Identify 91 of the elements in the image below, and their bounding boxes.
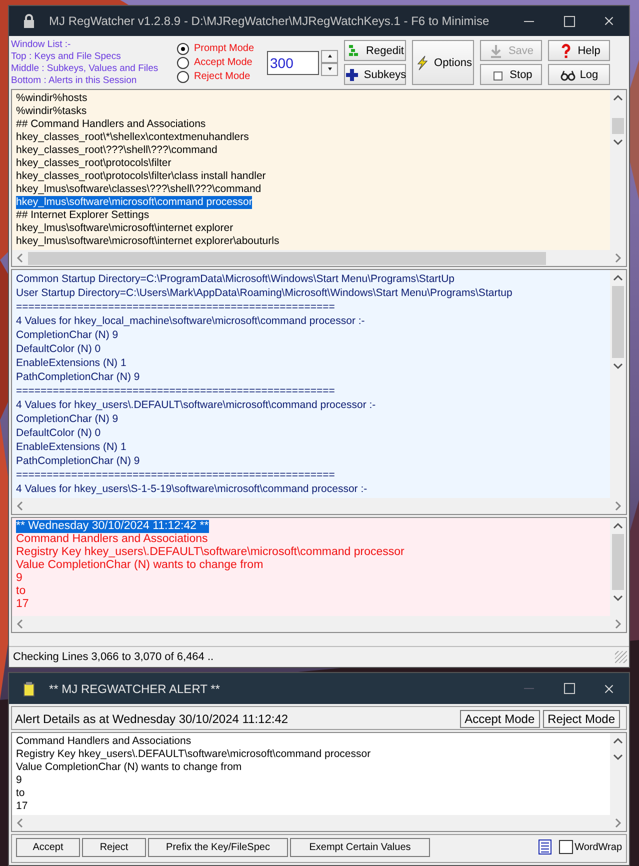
- text-line: Value CompletionChar (N) wants to change from: [16, 760, 242, 774]
- vertical-scrollbar[interactable]: [610, 732, 626, 815]
- text-line: 4 Values for hkey_local_machine\software\microsoft\command processor :-: [16, 314, 365, 328]
- text-line[interactable]: Value CompletionChar (N) wants to change from: [16, 559, 264, 572]
- text-line[interactable]: ## Command Handlers and Associations: [16, 118, 206, 131]
- spin-down-arrow: [326, 65, 334, 73]
- action-button[interactable]: Accept: [16, 838, 80, 857]
- text-line[interactable]: hkey_classes_root\protocols\filter: [16, 157, 172, 170]
- text-line: 17: [16, 800, 28, 813]
- text-line[interactable]: hkey_lmus\software\classes\???\shell\???\command: [16, 183, 262, 196]
- action-button[interactable]: Exempt Certain Values: [290, 838, 430, 857]
- horizontal-scrollbar[interactable]: [12, 498, 626, 514]
- text-line: EnableExtensions (N) 1: [16, 356, 126, 370]
- text-line: User Startup Directory=C:\Users\Mark\AppData\Roaming\Microsoft\Windows\Start Menu\Programs\Startup: [16, 286, 512, 300]
- text-line: Command Handlers and Associations: [16, 734, 192, 748]
- text-line[interactable]: 9: [16, 572, 22, 585]
- text-line[interactable]: ## Internet Explorer Settings: [16, 209, 150, 222]
- text-line: Common Startup Directory=C:\ProgramData\Microsoft\Windows\Start Menu\Programs\StartUp: [16, 272, 455, 286]
- text-line[interactable]: hkey_classes_root\*\shellex\contextmenuhandlers: [16, 131, 249, 144]
- radio-button[interactable]: [177, 56, 189, 68]
- text-line: CompletionChar (N) 9: [16, 328, 118, 342]
- scroll-thumb[interactable]: [612, 118, 624, 134]
- toolbar-button[interactable]: Options: [412, 40, 474, 85]
- text-line: ====================================================: [16, 384, 335, 398]
- window-title: MJ RegWatcher v1.2.8.9 - D:\MJRegWatcher\MJRegWatchKeys.1 - F6 to Minimise: [49, 14, 490, 28]
- notepad-icon: [21, 680, 37, 696]
- scroll-thumb[interactable]: [28, 252, 546, 264]
- scroll-thumb[interactable]: [612, 286, 624, 358]
- horizontal-scrollbar[interactable]: [12, 616, 626, 632]
- alert-details-label: Alert Details as at Wednesday 30/10/2024 11:12:42: [15, 712, 288, 726]
- text-line[interactable]: %windir%tasks: [16, 105, 87, 118]
- status-bar-text: Checking Lines 3,066 to 3,070 of 6,464 ..: [13, 651, 214, 663]
- mode-button[interactable]: Reject Mode: [542, 710, 620, 728]
- text-line: EnableExtensions (N) 1: [16, 440, 126, 454]
- mode-button[interactable]: Accept Mode: [460, 710, 540, 728]
- spin-down-button[interactable]: [321, 62, 338, 76]
- text-line[interactable]: %windir%hosts: [16, 92, 88, 105]
- toolbar-button[interactable]: Log: [548, 64, 610, 85]
- legend-text: Bottom : Alerts in this Session: [11, 74, 137, 86]
- text-line[interactable]: hkey_classes_root\???\shell\???\command: [16, 144, 218, 157]
- radio-label[interactable]: Prompt Mode: [194, 43, 254, 54]
- text-line: 4 Values for hkey_users\.DEFAULT\software\microsoft\command processor :-: [16, 398, 376, 412]
- spin-up-button[interactable]: [321, 50, 338, 62]
- vertical-scrollbar[interactable]: [610, 518, 626, 616]
- text-line[interactable]: hkey_lmus\software\microsoft\internet explorer: [16, 222, 234, 235]
- text-line[interactable]: Registry Key hkey_users\.DEFAULT\software\microsoft\command processor: [16, 546, 404, 559]
- document-icon[interactable]: [536, 839, 553, 856]
- horizontal-scrollbar[interactable]: [12, 250, 626, 266]
- text-line: DefaultColor (N) 0: [16, 342, 101, 356]
- radio-label[interactable]: Accept Mode: [194, 57, 252, 68]
- text-line: Registry Key hkey_users\.DEFAULT\software\microsoft\command processor: [16, 748, 371, 761]
- radio-label[interactable]: Reject Mode: [194, 71, 250, 82]
- vertical-scrollbar[interactable]: [610, 270, 626, 498]
- text-line: ====================================================: [16, 468, 335, 482]
- text-line: 9: [16, 774, 22, 787]
- legend-text: Top : Keys and File Specs: [11, 50, 121, 62]
- text-line: ====================================================: [16, 300, 335, 314]
- close-icon: [603, 15, 615, 27]
- toolbar-button[interactable]: Subkeys: [344, 64, 406, 85]
- text-line: to: [16, 786, 25, 800]
- text-line: 4 Values for hkey_users\S-1-5-19\software\microsoft\command processor :-: [16, 482, 368, 496]
- toolbar-button[interactable]: Help: [548, 40, 610, 61]
- plus-icon: [344, 66, 360, 82]
- legend-text: Middle : Subkeys, Values and Files: [11, 62, 158, 74]
- text-line[interactable]: to: [16, 585, 26, 598]
- action-button[interactable]: Reject: [82, 838, 146, 857]
- radio-button[interactable]: [177, 70, 189, 82]
- text-line[interactable]: hkey_classes_root\protocols\filter\class install handler: [16, 170, 266, 183]
- text-line: PathCompletionChar (N) 9: [16, 454, 140, 468]
- interval-field[interactable]: 300: [267, 50, 319, 74]
- checkbox[interactable]: [558, 840, 573, 854]
- toolbar-button[interactable]: Regedit: [344, 40, 406, 61]
- text-line: DefaultColor (N) 0: [16, 426, 101, 440]
- radio-button[interactable]: [177, 42, 189, 54]
- text-line[interactable]: Command Handlers and Associations: [16, 533, 208, 546]
- toolbar-button[interactable]: Stop: [480, 64, 542, 85]
- close-icon: [603, 682, 615, 694]
- lock-icon: [21, 13, 37, 29]
- spin-up-arrow: [326, 52, 334, 60]
- resize-grip[interactable]: [615, 651, 627, 663]
- legend-text: Window List :-: [11, 38, 71, 50]
- text-line: PathCompletionChar (N) 9: [16, 370, 140, 384]
- vertical-scrollbar[interactable]: [610, 90, 626, 250]
- text-line[interactable]: 17: [16, 598, 29, 611]
- checkbox-label[interactable]: WordWrap: [574, 842, 622, 853]
- horizontal-scrollbar[interactable]: [12, 814, 626, 831]
- scroll-thumb[interactable]: [612, 534, 624, 590]
- action-button[interactable]: Prefix the Key/FileSpec: [148, 838, 288, 857]
- window-title: ** MJ REGWATCHER ALERT **: [49, 682, 220, 696]
- text-line: CompletionChar (N) 9: [16, 412, 118, 426]
- text-line[interactable]: hkey_lmus\software\microsoft\internet explorer\abouturls: [16, 235, 280, 248]
